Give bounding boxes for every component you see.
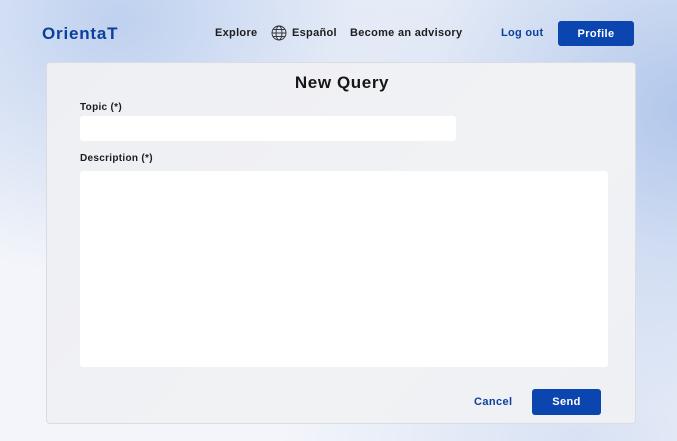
topic-input[interactable] <box>80 116 456 141</box>
topic-label: Topic (*) <box>80 102 122 113</box>
form-title: New Query <box>294 73 390 92</box>
logout-link[interactable]: Log out <box>501 27 543 39</box>
nav-become-advisory-link[interactable]: Become an advisory <box>350 27 462 39</box>
language-label: Español <box>292 27 337 39</box>
cancel-button[interactable]: Cancel <box>474 396 512 408</box>
nav-explore-link[interactable]: Explore <box>215 27 257 39</box>
send-button[interactable]: Send <box>532 389 601 415</box>
language-switcher[interactable]: Español <box>271 25 337 41</box>
app-logo[interactable]: OrientaT <box>42 24 118 44</box>
new-query-form-card: New Query Topic (*) Description (*) Canc… <box>46 62 636 424</box>
profile-button[interactable]: Profile <box>558 21 634 46</box>
description-textarea[interactable] <box>80 171 608 367</box>
globe-icon <box>271 25 287 41</box>
top-navigation-bar: OrientaT Explore Español Become an advis… <box>0 0 677 62</box>
description-label: Description (*) <box>80 153 153 164</box>
